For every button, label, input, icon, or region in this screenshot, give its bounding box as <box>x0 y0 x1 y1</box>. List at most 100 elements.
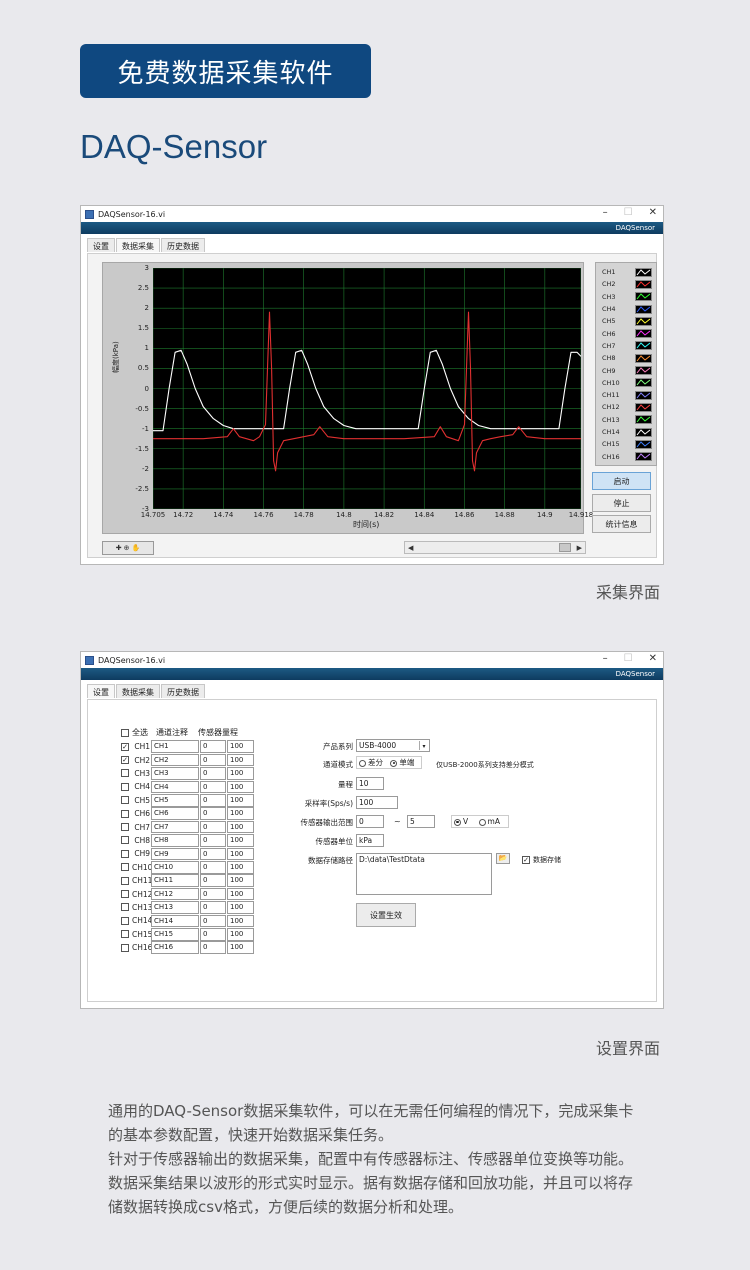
channel-range-min-input[interactable]: 0 <box>200 794 226 807</box>
minimize-button[interactable]: – <box>603 653 608 664</box>
crosshair-icon[interactable]: ✚ <box>116 544 122 552</box>
channel-range-max-input[interactable]: 100 <box>227 780 254 794</box>
mode-diff-radio[interactable] <box>359 759 366 767</box>
channel-checkbox[interactable] <box>121 863 129 872</box>
output-min-input[interactable]: 0 <box>356 815 384 828</box>
channel-range-min-input[interactable]: 0 <box>200 928 226 941</box>
channel-note-input[interactable]: CH5 <box>151 794 199 807</box>
channel-checkbox[interactable] <box>121 903 129 912</box>
channel-note-input[interactable]: CH6 <box>151 807 199 820</box>
channel-checkbox[interactable] <box>121 876 129 885</box>
channel-range-max-input[interactable]: 100 <box>227 941 254 954</box>
channel-range-max-input[interactable]: 100 <box>227 874 254 887</box>
channel-checkbox[interactable] <box>121 943 129 952</box>
tab-history[interactable]: 历史数据 <box>161 238 205 252</box>
maximize-button[interactable]: ☐ <box>624 207 633 218</box>
hand-icon[interactable]: ✋ <box>132 544 141 552</box>
channel-checkbox[interactable] <box>121 916 129 925</box>
channel-range-min-input[interactable]: 0 <box>200 753 226 767</box>
channel-range-max-input[interactable]: 100 <box>227 834 254 847</box>
channel-range-min-input[interactable]: 0 <box>200 834 226 847</box>
zoom-icon[interactable]: ⊕ <box>124 544 130 552</box>
channel-checkbox[interactable] <box>121 849 129 858</box>
channel-range-min-input[interactable]: 0 <box>200 847 226 861</box>
channel-note-input[interactable]: CH15 <box>151 928 199 941</box>
scroll-left-icon[interactable]: ◀ <box>408 544 413 552</box>
mode-single-radio[interactable] <box>390 759 398 767</box>
channel-checkbox[interactable] <box>121 930 129 939</box>
stop-button[interactable]: 停止 <box>592 494 651 512</box>
channel-range-max-input[interactable]: 100 <box>227 901 254 914</box>
channel-range-max-input[interactable]: 100 <box>227 887 254 901</box>
legend-item[interactable]: CH1 <box>596 266 656 278</box>
close-button[interactable]: ✕ <box>649 653 657 664</box>
tab-settings[interactable]: 设置 <box>87 238 115 252</box>
tab-acquisition[interactable]: 数据采集 <box>116 684 160 698</box>
rate-input[interactable]: 100 <box>356 796 398 809</box>
channel-range-min-input[interactable]: 0 <box>200 780 226 794</box>
channel-note-input[interactable]: CH9 <box>151 847 199 861</box>
scroll-right-icon[interactable]: ▶ <box>577 544 582 552</box>
legend-item[interactable]: CH4 <box>596 303 656 315</box>
unit-v-radio[interactable] <box>454 818 461 826</box>
channel-range-max-input[interactable]: 100 <box>227 861 254 874</box>
channel-range-max-input[interactable]: 100 <box>227 767 254 780</box>
channel-range-min-input[interactable]: 0 <box>200 767 226 780</box>
store-checkbox[interactable]: ✓ <box>522 856 530 864</box>
tab-history[interactable]: 历史数据 <box>161 684 205 698</box>
channel-note-input[interactable]: CH7 <box>151 820 199 834</box>
channel-range-min-input[interactable]: 0 <box>200 861 226 874</box>
scroll-thumb[interactable] <box>558 543 571 552</box>
channel-range-min-input[interactable]: 0 <box>200 874 226 887</box>
tab-settings[interactable]: 设置 <box>87 684 115 698</box>
channel-checkbox[interactable] <box>121 836 129 845</box>
channel-checkbox[interactable]: ✓ <box>121 742 129 751</box>
channel-checkbox[interactable]: ✓ <box>121 756 129 765</box>
channel-checkbox[interactable] <box>121 796 129 805</box>
minimize-button[interactable]: – <box>603 207 608 218</box>
channel-note-input[interactable]: CH12 <box>151 887 199 901</box>
horizontal-scrollbar[interactable]: ◀ ▶ <box>404 541 586 554</box>
channel-range-max-input[interactable]: 100 <box>227 847 254 861</box>
channel-note-input[interactable]: CH3 <box>151 767 199 780</box>
legend-item[interactable]: CH16 <box>596 450 656 462</box>
channel-range-min-input[interactable]: 0 <box>200 901 226 914</box>
chevron-down-icon[interactable]: ▾ <box>419 741 428 750</box>
tab-acquisition[interactable]: 数据采集 <box>116 238 160 252</box>
channel-range-min-input[interactable]: 0 <box>200 887 226 901</box>
product-select[interactable]: USB-4000 ▾ <box>356 739 430 752</box>
legend-item[interactable]: CH7 <box>596 340 656 352</box>
statistics-button[interactable]: 统计信息 <box>592 515 651 533</box>
channel-checkbox[interactable] <box>121 769 129 778</box>
channel-range-min-input[interactable]: 0 <box>200 941 226 954</box>
maximize-button[interactable]: ☐ <box>624 653 633 664</box>
plot-area[interactable] <box>152 267 582 510</box>
legend-item[interactable]: CH5 <box>596 315 656 327</box>
channel-checkbox[interactable] <box>121 890 129 899</box>
channel-note-input[interactable]: CH4 <box>151 780 199 794</box>
channel-range-max-input[interactable]: 100 <box>227 794 254 807</box>
channel-range-max-input[interactable]: 100 <box>227 914 254 928</box>
channel-range-max-input[interactable]: 100 <box>227 928 254 941</box>
channel-checkbox[interactable] <box>121 782 129 791</box>
channel-note-input[interactable]: CH14 <box>151 914 199 928</box>
channel-checkbox[interactable] <box>121 823 129 832</box>
legend-item[interactable]: CH8 <box>596 352 656 364</box>
legend-item[interactable]: CH6 <box>596 327 656 339</box>
channel-range-min-input[interactable]: 0 <box>200 807 226 820</box>
range-input[interactable]: 10 <box>356 777 384 790</box>
legend-item[interactable]: CH9 <box>596 364 656 376</box>
channel-note-input[interactable]: CH13 <box>151 901 199 914</box>
select-all-checkbox[interactable] <box>121 728 129 737</box>
output-max-input[interactable]: 5 <box>407 815 435 828</box>
channel-range-min-input[interactable]: 0 <box>200 820 226 834</box>
channel-checkbox[interactable] <box>121 809 129 818</box>
legend-item[interactable]: CH2 <box>596 278 656 290</box>
channel-range-min-input[interactable]: 0 <box>200 914 226 928</box>
channel-note-input[interactable]: CH16 <box>151 941 199 954</box>
legend-item[interactable]: CH15 <box>596 438 656 450</box>
channel-range-max-input[interactable]: 100 <box>227 807 254 820</box>
folder-icon[interactable]: 📂 <box>496 853 510 864</box>
legend-item[interactable]: CH10 <box>596 377 656 389</box>
channel-note-input[interactable]: CH8 <box>151 834 199 847</box>
